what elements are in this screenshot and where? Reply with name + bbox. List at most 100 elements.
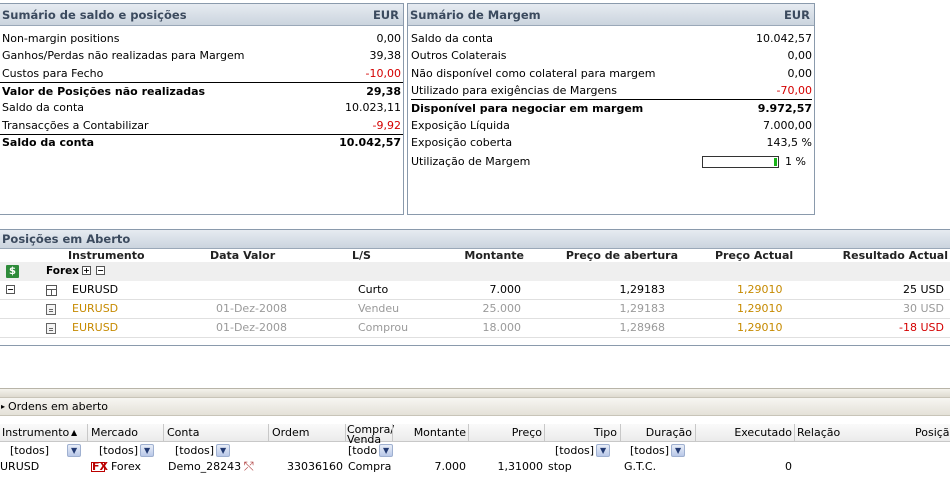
row-value: 29,38 [366, 84, 401, 98]
col-account[interactable]: Conta [167, 426, 199, 439]
cell-price: 1,31000 [497, 460, 544, 473]
collapse-icon[interactable]: − [6, 285, 15, 294]
cell-market: Forex [111, 460, 142, 473]
trade-document-icon[interactable] [46, 304, 56, 315]
chevron-down-icon[interactable]: ▼ [671, 444, 686, 457]
cell-duration: G.T.C. [624, 460, 657, 473]
col-instrument[interactable]: Instrumento [68, 249, 145, 262]
forex-icon: FX [91, 460, 108, 473]
row-label: Disponível para negociar em margem [411, 101, 644, 115]
margin-summary-header: Sumário de Margem EUR [408, 4, 814, 26]
cell-current-price: 1,29010 [737, 321, 783, 334]
col-instrument[interactable]: Instrumento [2, 426, 69, 439]
filter-duration[interactable]: [todos] ▼ [630, 443, 686, 458]
position-row[interactable]: EURUSD 01-Dez-2008 Comprou 18.000 1,2896… [0, 319, 950, 338]
margin-row-total: Disponível para negociar em margem 9.972,… [411, 99, 812, 116]
margin-row: Utilizado para exigências de Margens -70,… [411, 82, 812, 99]
col-amount[interactable]: Montante [464, 249, 524, 262]
margin-summary-currency: EUR [783, 7, 810, 22]
col-long-short[interactable]: L/S [352, 249, 371, 262]
col-type[interactable]: Tipo [594, 426, 617, 439]
cell-order: 33036160 [287, 460, 343, 473]
money-icon[interactable]: $ [6, 265, 19, 278]
cell-buy-sell: Compra [348, 460, 392, 473]
row-label: Outros Colaterais [411, 49, 507, 63]
row-label: Valor de Posições não realizadas [2, 84, 206, 98]
col-current-result[interactable]: Resultado Actual [843, 249, 948, 262]
position-row[interactable]: − EURUSD Curto 7.000 1,29183 1,29010 25 … [0, 281, 950, 300]
cell-instrument[interactable]: EURUSD [72, 302, 118, 315]
open-positions-header: Posições em Aberto [0, 230, 950, 249]
filter-instrument[interactable]: [todos] ▼ [10, 443, 82, 458]
row-value: 39,38 [369, 49, 402, 63]
col-open-price[interactable]: Preço de abertura [566, 249, 678, 262]
row-value: 0,00 [787, 66, 813, 80]
chevron-down-icon[interactable]: ▼ [67, 444, 82, 457]
row-value: -10,00 [365, 66, 401, 80]
chevron-down-icon[interactable]: ▼ [379, 444, 394, 457]
row-value: 7.000,00 [763, 118, 812, 132]
row-value: 10.042,57 [756, 32, 812, 46]
trade-document-icon[interactable] [46, 323, 56, 334]
sort-asc-icon[interactable]: ▲ [71, 428, 77, 437]
cell-ls: Comprou [358, 321, 409, 334]
cell-instrument: URUSD [0, 460, 40, 473]
margin-row: Exposição Líquida 7.000,00 [411, 116, 812, 133]
open-orders-header[interactable]: ▸ Ordens em aberto [0, 397, 950, 416]
row-label: Transacções a Contabilizar [2, 118, 149, 132]
row-value: 0,00 [787, 49, 813, 63]
col-price[interactable]: Preço [512, 426, 542, 439]
balance-row: Non-margin positions 0,00 [0, 30, 403, 47]
filter-buy-sell[interactable]: [todo ▼ [348, 443, 394, 458]
cell-amount: 18.000 [482, 321, 522, 334]
col-amount[interactable]: Montante [414, 426, 466, 439]
chevron-down-icon[interactable]: ▼ [596, 444, 611, 457]
cell-instrument: EURUSD [72, 283, 119, 296]
order-link-icon[interactable]: ⤲ [244, 459, 254, 474]
cell-open-price: 1,28968 [619, 321, 666, 334]
cell-ls: Vendeu [358, 302, 400, 315]
order-row[interactable]: URUSD FX Forex Demo_28243 ⤲ 33036160 Com… [0, 459, 950, 476]
panel-splitter[interactable] [0, 388, 950, 397]
cell-instrument[interactable]: EURUSD [72, 321, 118, 334]
margin-row: Exposição coberta 143,5 % [411, 134, 812, 151]
chevron-down-icon[interactable]: ▼ [216, 444, 231, 457]
col-order[interactable]: Ordem [272, 426, 309, 439]
position-grid-icon[interactable] [46, 285, 57, 296]
col-relation[interactable]: Relação [797, 426, 840, 439]
cell-result: 30 USD [903, 302, 944, 315]
cell-amount: 7.000 [489, 283, 522, 296]
filter-type[interactable]: [todos] ▼ [555, 443, 611, 458]
cell-account: Demo_28243 [168, 460, 242, 473]
collapse-arrow-icon[interactable]: ▸ [1, 402, 5, 411]
collapse-all-icon[interactable]: − [96, 266, 105, 275]
balance-summary-header: Sumário de saldo e posições EUR [0, 4, 403, 26]
position-row[interactable]: EURUSD 01-Dez-2008 Vendeu 25.000 1,29183… [0, 300, 950, 319]
balance-row: Saldo da conta 10.023,11 [0, 99, 403, 116]
col-executed[interactable]: Executado [734, 426, 792, 439]
positions-group-forex: $ Forex + − [0, 262, 950, 281]
balance-row: Transacções a Contabilizar -9,92 [0, 116, 403, 133]
orders-filter-row: [todos] ▼ [todos] ▼ [todos] ▼ [todo ▼ [todos… [0, 442, 950, 459]
filter-value: [todos] [10, 444, 50, 457]
margin-utilization-bar [702, 155, 780, 168]
filter-market[interactable]: [todos] ▼ [99, 443, 155, 458]
positions-column-header: Instrumento Data Valor L/S Montante Preç… [0, 249, 950, 262]
col-value-date[interactable]: Data Valor [210, 249, 275, 262]
chevron-down-icon[interactable]: ▼ [140, 444, 155, 457]
col-duration[interactable]: Duração [646, 426, 692, 439]
row-label: Saldo da conta [2, 101, 85, 115]
orders-column-header: Instrumento ▲ Mercado Conta Ordem Compra… [0, 424, 950, 445]
filter-value: [todos] [630, 444, 670, 457]
col-position[interactable]: Posiçã [915, 426, 950, 439]
col-market[interactable]: Mercado [91, 426, 138, 439]
expand-all-icon[interactable]: + [82, 266, 91, 275]
margin-utilization-value: 1 % [785, 155, 806, 169]
col-current-price[interactable]: Preço Actual [715, 249, 793, 262]
filter-account[interactable]: [todos] ▼ [175, 443, 231, 458]
cell-type: stop [548, 460, 572, 473]
filter-value: [todos] [175, 444, 215, 457]
balance-summary-title: Sumário de saldo e posições [2, 7, 187, 22]
margin-summary-panel: Sumário de Margem EUR Saldo da conta 10.0… [407, 3, 815, 215]
margin-utilization-fill [774, 157, 778, 166]
